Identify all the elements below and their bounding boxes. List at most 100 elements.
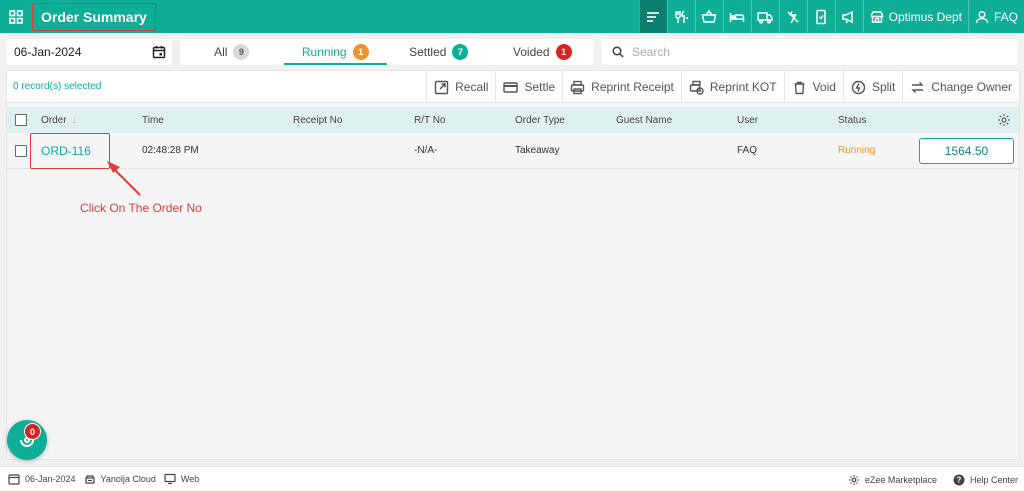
sort-arrow-icon[interactable]: ↓ xyxy=(72,115,77,126)
calendar-icon xyxy=(8,474,20,485)
department-selector[interactable]: Optimus Dept xyxy=(862,0,968,33)
records-selected: 0 record(s) selected xyxy=(13,81,102,92)
amount-button[interactable]: 1564.50 xyxy=(919,138,1014,164)
column-guest-name: Guest Name xyxy=(616,114,673,126)
reprint-receipt-button[interactable]: Reprint Receipt xyxy=(562,71,681,103)
top-nav: Optimus Dept FAQ xyxy=(638,0,1024,33)
tab-voided-label: Voided xyxy=(512,45,550,59)
footer-date: 06-Jan-2024 xyxy=(8,473,76,485)
external-link-icon xyxy=(434,80,449,94)
mobile-icon[interactable] xyxy=(806,0,835,33)
footer-cloud-label: Yanolja Cloud xyxy=(100,474,156,484)
calendar-icon[interactable] xyxy=(152,45,166,59)
tab-running-count: 1 xyxy=(352,44,369,60)
column-order-label: Order xyxy=(41,114,67,126)
basket-icon[interactable] xyxy=(694,0,723,33)
notification-count-badge: 0 xyxy=(24,423,41,440)
column-user: User xyxy=(737,114,759,126)
footer-platform-label: Web xyxy=(180,474,200,484)
reprint-kot-label: Reprint KOT xyxy=(709,80,777,94)
footer-cloud: Yanolja Cloud xyxy=(84,473,156,485)
help-center-link[interactable]: ? Help Center xyxy=(953,474,1018,486)
tab-running[interactable]: Running 1 xyxy=(283,39,388,65)
table-row[interactable]: ORD-116 02:48:28 PM -N/A- Takeaway FAQ R… xyxy=(7,133,1019,169)
row-user: FAQ xyxy=(737,145,758,156)
search-bar xyxy=(602,39,1018,65)
settle-label: Settle xyxy=(524,80,556,94)
kitchen-icon[interactable] xyxy=(666,0,695,33)
help-icon: ? xyxy=(953,474,965,485)
tab-running-label: Running xyxy=(301,45,347,59)
column-receipt-no: Receipt No xyxy=(293,114,343,126)
footer-date-label: 06-Jan-2024 xyxy=(25,474,76,484)
tab-settled-count: 7 xyxy=(452,44,469,60)
marketplace-link[interactable]: eZee Marketplace xyxy=(848,474,937,486)
megaphone-icon[interactable] xyxy=(834,0,863,33)
column-status: Status xyxy=(838,114,867,126)
tab-settled-label: Settled xyxy=(409,45,447,59)
printer-icon xyxy=(570,80,585,94)
column-rt-no: R/T No xyxy=(414,114,446,126)
top-bar: Order Summary Optimus Dept FAQ xyxy=(0,0,1024,33)
user-icon xyxy=(975,10,989,23)
marketplace-label: eZee Marketplace xyxy=(864,474,937,485)
delivery-icon[interactable] xyxy=(750,0,779,33)
annotation-text: Click On The Order No xyxy=(80,201,202,215)
tab-all[interactable]: All 9 xyxy=(180,39,284,65)
gear-icon xyxy=(848,474,859,485)
date-value: 06-Jan-2024 xyxy=(14,45,82,59)
column-settings-gear-icon[interactable] xyxy=(997,107,1011,133)
footer-platform: Web xyxy=(164,473,199,485)
split-button[interactable]: Split xyxy=(842,71,902,103)
printer-clock-icon xyxy=(689,80,704,95)
monitor-icon xyxy=(164,473,176,485)
user-label: FAQ xyxy=(993,9,1018,24)
swap-arrows-icon xyxy=(911,81,924,93)
card-icon xyxy=(503,81,519,93)
no-tax-icon[interactable] xyxy=(778,0,807,33)
status-tabs: All 9 Running 1 Settled 7 Voided 1 xyxy=(180,39,594,65)
row-checkbox[interactable] xyxy=(15,144,27,157)
reprint-receipt-label: Reprint Receipt xyxy=(591,80,674,94)
user-menu[interactable]: FAQ xyxy=(967,0,1024,33)
reprint-kot-button[interactable]: Reprint KOT xyxy=(680,71,784,103)
split-icon xyxy=(851,80,866,94)
select-all-checkbox[interactable] xyxy=(15,114,27,126)
recall-button[interactable]: Recall xyxy=(426,71,495,103)
action-toolbar: 0 record(s) selected Recall Settle Repri… xyxy=(7,71,1019,103)
trash-icon xyxy=(794,81,805,94)
row-rt-no: -N/A- xyxy=(414,145,438,156)
split-label: Split xyxy=(871,80,896,94)
change-owner-button[interactable]: Change Owner xyxy=(902,71,1019,103)
svg-text:?: ? xyxy=(957,475,962,484)
recall-label: Recall xyxy=(455,80,489,94)
search-input[interactable] xyxy=(632,45,992,59)
tab-voided-count: 1 xyxy=(555,44,572,60)
store-icon xyxy=(870,10,883,23)
settle-button[interactable]: Settle xyxy=(495,71,562,103)
change-owner-label: Change Owner xyxy=(931,80,1012,94)
help-center-label: Help Center xyxy=(969,474,1018,485)
action-buttons: Recall Settle Reprint Receipt Reprint KO… xyxy=(426,71,1019,103)
orders-icon[interactable] xyxy=(638,0,667,33)
tab-all-label: All xyxy=(214,45,228,59)
page-title: Order Summary xyxy=(32,2,156,31)
department-label: Optimus Dept xyxy=(888,9,962,24)
cloud-server-icon xyxy=(84,475,95,484)
order-no-link[interactable]: ORD-116 xyxy=(41,144,91,158)
date-picker[interactable]: 06-Jan-2024 xyxy=(6,39,172,65)
app-grid-icon[interactable] xyxy=(0,0,32,33)
void-label: Void xyxy=(812,80,836,94)
table-header: Order ↓ Time Receipt No R/T No Order Typ… xyxy=(7,107,1019,133)
row-order-type: Takeaway xyxy=(515,145,560,156)
tab-all-count: 9 xyxy=(233,44,250,60)
column-time: Time xyxy=(142,114,164,126)
tab-settled[interactable]: Settled 7 xyxy=(387,39,491,65)
column-order[interactable]: Order ↓ xyxy=(41,107,77,133)
bed-icon[interactable] xyxy=(722,0,751,33)
column-order-type: Order Type xyxy=(515,114,565,126)
tab-voided[interactable]: Voided 1 xyxy=(491,39,595,65)
row-time: 02:48:28 PM xyxy=(142,145,199,156)
orders-panel: 0 record(s) selected Recall Settle Repri… xyxy=(6,70,1020,460)
void-button[interactable]: Void xyxy=(783,71,843,103)
